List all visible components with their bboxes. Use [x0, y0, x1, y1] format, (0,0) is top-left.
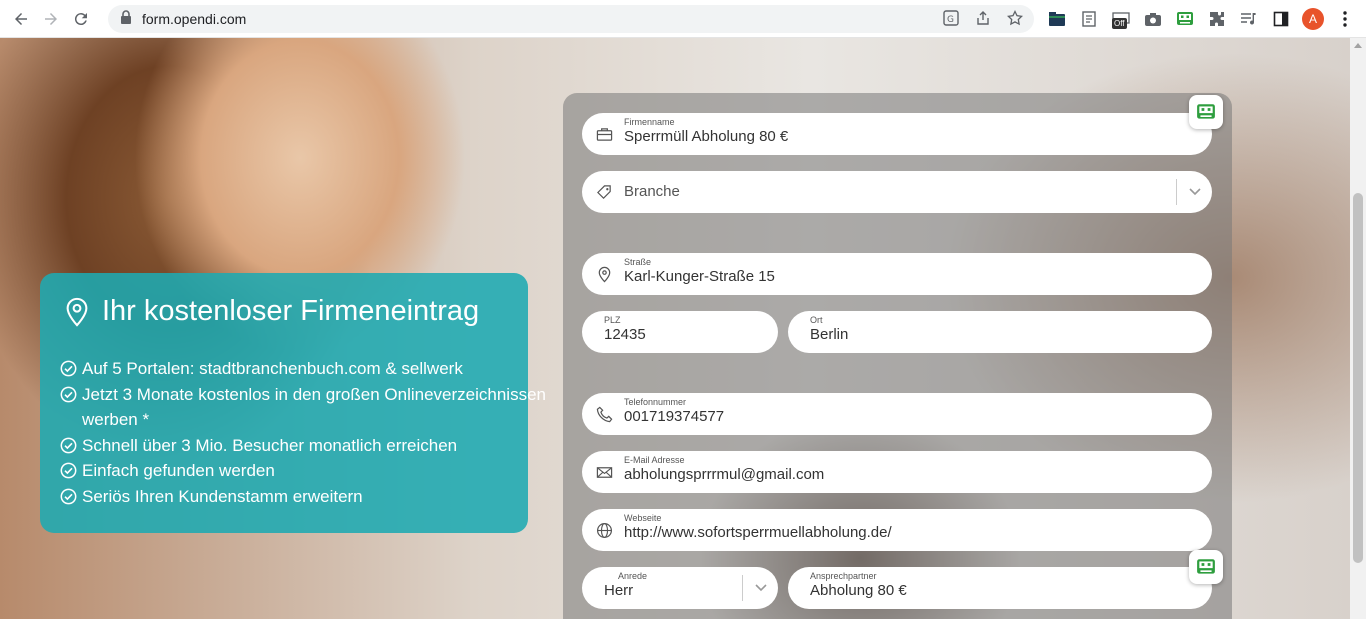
city-field[interactable]: Ort Berlin [788, 311, 1212, 353]
check-circle-icon [60, 360, 77, 377]
back-icon[interactable] [6, 4, 36, 34]
list-item: Einfach gefunden werden [60, 458, 508, 484]
website-field[interactable]: Webseite http://www.sofortsperrmuellabho… [582, 509, 1212, 551]
profile-avatar[interactable]: A [1302, 8, 1324, 30]
extensions-bar: Off A [1046, 8, 1356, 30]
map-pin-icon [598, 266, 611, 283]
briefcase-icon [596, 128, 613, 141]
media-queue-icon[interactable] [1238, 8, 1260, 30]
salutation-select[interactable]: Anrede Herr [582, 567, 778, 609]
form-robot-icon[interactable] [1189, 550, 1223, 584]
street-field[interactable]: Straße Karl-Kunger-Straße 15 [582, 253, 1212, 295]
scroll-up-arrow[interactable] [1354, 43, 1362, 48]
envelope-icon [596, 467, 613, 478]
reload-icon[interactable] [66, 4, 96, 34]
robot-extension-icon[interactable] [1174, 8, 1196, 30]
off-extension-icon[interactable]: Off [1110, 8, 1132, 30]
folder-extension-icon[interactable] [1046, 8, 1068, 30]
puzzle-extensions-icon[interactable] [1206, 8, 1228, 30]
lock-icon [120, 9, 132, 29]
document-extension-icon[interactable] [1078, 8, 1100, 30]
scrollbar-thumb[interactable] [1353, 193, 1363, 563]
list-item: Seriös Ihren Kundenstamm erweitern [60, 484, 508, 510]
tag-icon [597, 185, 611, 200]
contact-person-field[interactable]: Ansprechpartner Abholung 80 € [788, 567, 1212, 609]
check-circle-icon [60, 437, 77, 454]
url-text: form.opendi.com [142, 11, 247, 27]
page-background: Ihr kostenloser Firmeneintrag Auf 5 Port… [0, 38, 1350, 619]
chevron-down-icon[interactable] [1176, 179, 1212, 205]
registration-form: Firmenname Sperrmüll Abholung 80 € Branc… [563, 93, 1232, 619]
list-item: Jetzt 3 Monate kostenlos in den großen O… [60, 382, 546, 433]
forward-icon[interactable] [36, 4, 66, 34]
address-bar[interactable]: form.opendi.com G [108, 5, 1034, 33]
check-circle-icon [60, 386, 77, 403]
phone-icon [596, 406, 613, 423]
share-icon[interactable] [974, 9, 992, 27]
zip-field[interactable]: PLZ 12435 [582, 311, 778, 353]
check-circle-icon [60, 462, 77, 479]
translate-icon[interactable]: G [942, 9, 960, 27]
chevron-down-icon[interactable] [742, 575, 778, 601]
location-pin-icon [66, 297, 88, 327]
browser-toolbar: form.opendi.com G Off A [0, 0, 1366, 38]
menu-kebab-icon[interactable] [1334, 8, 1356, 30]
page-scrollbar[interactable] [1350, 38, 1366, 619]
info-card: Ihr kostenloser Firmeneintrag Auf 5 Port… [40, 273, 546, 533]
list-item: Auf 5 Portalen: stadtbranchenbuch.com & … [60, 356, 508, 382]
branch-select[interactable]: Branche [582, 171, 1212, 213]
check-circle-icon [60, 488, 77, 505]
off-badge: Off [1112, 18, 1127, 29]
globe-icon [596, 522, 613, 539]
list-item: Schnell über 3 Mio. Besucher monatlich e… [60, 433, 508, 459]
phone-field[interactable]: Telefonnummer 001719374577 [582, 393, 1212, 435]
company-name-field[interactable]: Firmenname Sperrmüll Abholung 80 € [582, 113, 1212, 155]
form-robot-icon[interactable] [1189, 95, 1223, 129]
benefit-list: Auf 5 Portalen: stadtbranchenbuch.com & … [60, 356, 546, 510]
side-panel-icon[interactable] [1270, 8, 1292, 30]
email-field[interactable]: E-Mail Adresse abholungsprrrmul@gmail.co… [582, 451, 1212, 493]
info-title: Ihr kostenloser Firmeneintrag [64, 295, 508, 328]
camera-icon[interactable] [1142, 8, 1164, 30]
svg-text:G: G [947, 15, 954, 25]
bookmark-star-icon[interactable] [1006, 9, 1024, 27]
info-title-text: Ihr kostenloser Firmeneintrag [102, 295, 480, 327]
